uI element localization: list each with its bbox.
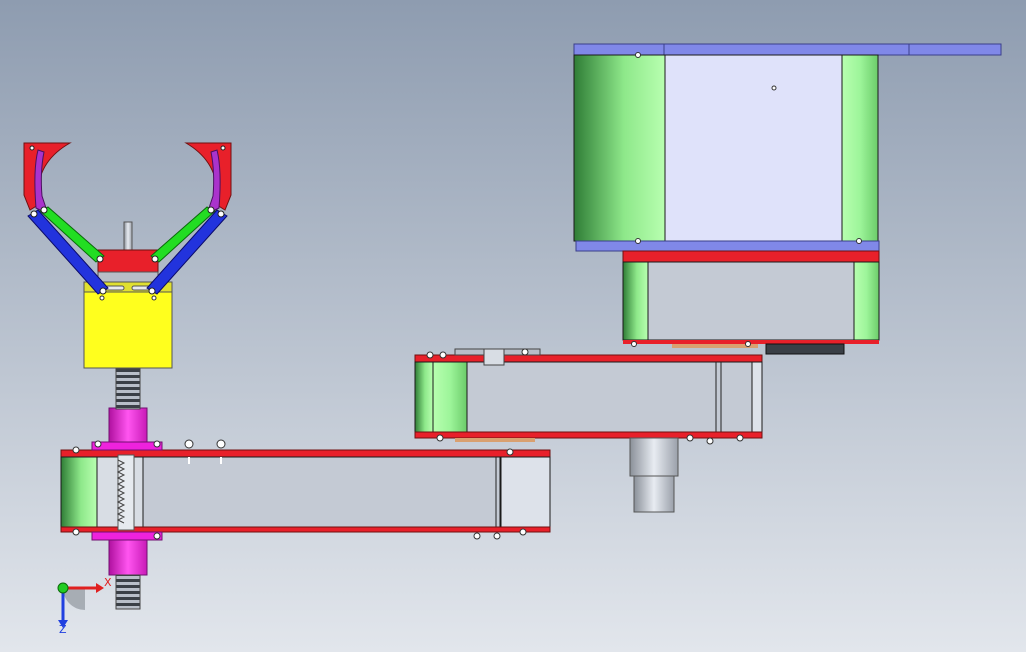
forearm-left-green[interactable] xyxy=(60,456,98,528)
gripper-center-shaft[interactable] xyxy=(123,221,133,251)
gripper-gray-plate[interactable] xyxy=(97,271,159,283)
upper-arm-right-cap[interactable] xyxy=(751,361,763,433)
gearbox-red-bottom[interactable] xyxy=(623,340,879,344)
gearbox-right-green[interactable] xyxy=(853,261,880,341)
motor-body-right-green[interactable] xyxy=(841,54,879,242)
screw-nut-upper[interactable] xyxy=(108,407,148,445)
triad-z-label: Z xyxy=(59,623,67,636)
upper-arm-bearing-tan[interactable] xyxy=(455,438,535,442)
screw-nut-flange-upper[interactable] xyxy=(91,441,163,451)
triad-y-axis-dot xyxy=(57,582,69,594)
upper-arm-body[interactable] xyxy=(466,361,753,433)
joint-collar-pin[interactable] xyxy=(483,348,505,366)
forearm-body[interactable] xyxy=(142,456,501,528)
gearbox-left-green[interactable] xyxy=(622,261,649,341)
upper-arm-green-hub[interactable] xyxy=(432,361,468,433)
motor-body-left-green[interactable] xyxy=(573,54,666,242)
spring-lower[interactable] xyxy=(115,574,141,610)
assembly-view[interactable]: X Z xyxy=(0,0,1026,652)
elbow-shaft-upper[interactable] xyxy=(629,437,679,477)
upper-arm-red-top[interactable] xyxy=(414,354,763,363)
gearbox-body[interactable] xyxy=(647,261,855,341)
upper-arm-red-bottom[interactable] xyxy=(414,431,763,439)
forearm-right-cap[interactable] xyxy=(500,456,551,528)
screw-nut-flange-lower[interactable] xyxy=(91,531,163,541)
triad-x-label: X xyxy=(104,576,112,589)
upper-arm-left-green[interactable] xyxy=(414,361,434,433)
spring-upper[interactable] xyxy=(115,368,141,410)
cad-3d-viewport[interactable]: X Z xyxy=(0,0,1026,652)
motor-bottom-plate[interactable] xyxy=(575,240,880,252)
gearbox-flange-dark[interactable] xyxy=(765,343,845,355)
gripper-red-block[interactable] xyxy=(97,249,159,273)
screw-nut-lower[interactable] xyxy=(108,539,148,576)
gripper-yellow-body[interactable] xyxy=(83,281,173,369)
gearbox-red-top[interactable] xyxy=(622,250,880,263)
elbow-shaft-lower[interactable] xyxy=(633,475,675,513)
motor-body-center[interactable] xyxy=(664,54,843,242)
